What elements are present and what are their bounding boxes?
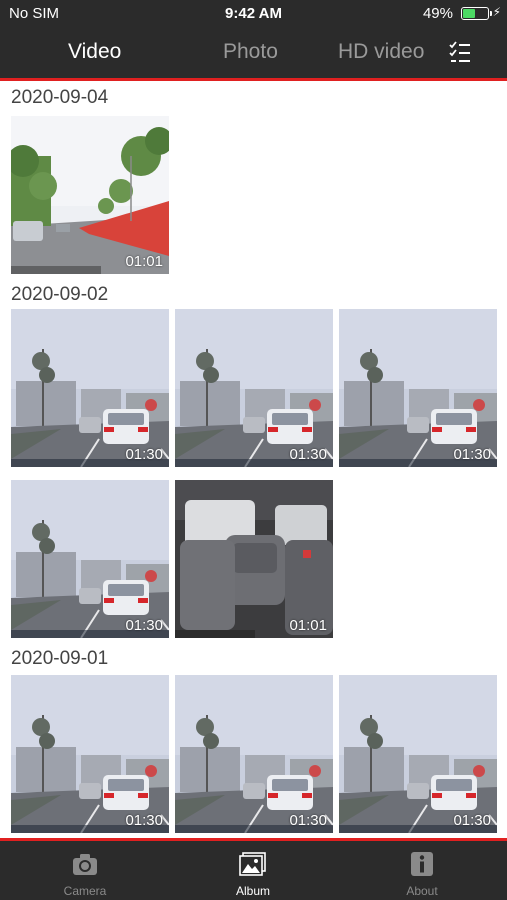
battery-level (463, 9, 475, 18)
video-thumbnail[interactable]: 01:30 (11, 309, 169, 467)
media-type-tabs: Video Photo HD video (0, 28, 507, 78)
video-thumbnail-image (11, 675, 169, 833)
video-duration: 01:30 (289, 446, 327, 463)
battery-percent: 49% (422, 5, 453, 22)
video-thumbnail-image (11, 116, 169, 274)
video-thumbnail[interactable]: 01:30 (339, 675, 497, 833)
video-thumbnail-image (11, 480, 169, 638)
tab-about-label: About (406, 884, 438, 898)
date-header: 2020-09-04 (11, 87, 109, 108)
video-thumbnail[interactable]: 01:01 (175, 480, 333, 638)
video-duration: 01:01 (125, 253, 163, 270)
video-thumbnail-image (175, 675, 333, 833)
video-thumbnail[interactable]: 01:30 (11, 480, 169, 638)
video-thumbnail-image (11, 309, 169, 467)
info-icon (408, 851, 436, 877)
video-thumbnail[interactable]: 01:30 (339, 309, 497, 467)
video-duration: 01:30 (453, 812, 491, 829)
video-thumbnail-image (339, 675, 497, 833)
tab-about[interactable]: About (362, 841, 482, 900)
tab-album[interactable]: Album (193, 841, 313, 900)
tab-photo[interactable]: Photo (223, 40, 278, 64)
video-thumbnail-image (339, 309, 497, 467)
date-header: 2020-09-01 (11, 648, 109, 669)
video-thumbnail-image (175, 309, 333, 467)
video-thumbnail[interactable]: 01:01 (11, 116, 169, 274)
tab-hd-video[interactable]: HD video (338, 40, 424, 64)
bottom-tab-bar: Camera Album About (0, 841, 507, 900)
bolt-icon: ⚡ (492, 5, 501, 19)
status-bar: No SIM 9:42 AM 49% ⚡ (0, 0, 507, 28)
video-duration: 01:30 (125, 812, 163, 829)
date-header: 2020-09-02 (11, 284, 109, 305)
checklist-icon[interactable] (448, 40, 474, 64)
video-thumbnail-image (175, 480, 333, 638)
video-duration: 01:01 (289, 617, 327, 634)
video-duration: 01:30 (453, 446, 491, 463)
video-thumbnail[interactable]: 01:30 (11, 675, 169, 833)
album-icon (239, 851, 267, 877)
tab-album-label: Album (235, 884, 270, 898)
video-duration: 01:30 (125, 446, 163, 463)
video-duration: 01:30 (125, 617, 163, 634)
video-thumbnail[interactable]: 01:30 (175, 675, 333, 833)
camera-icon (71, 851, 99, 877)
video-duration: 01:30 (289, 812, 327, 829)
tab-camera[interactable]: Camera (25, 841, 145, 900)
video-thumbnail[interactable]: 01:30 (175, 309, 333, 467)
video-album-list[interactable]: 2020-09-04 01:01 2020-09-02 01:30 01:30 … (0, 81, 507, 838)
tab-video[interactable]: Video (68, 40, 121, 64)
battery-icon (461, 7, 492, 20)
tab-camera-label: Camera (63, 884, 107, 898)
